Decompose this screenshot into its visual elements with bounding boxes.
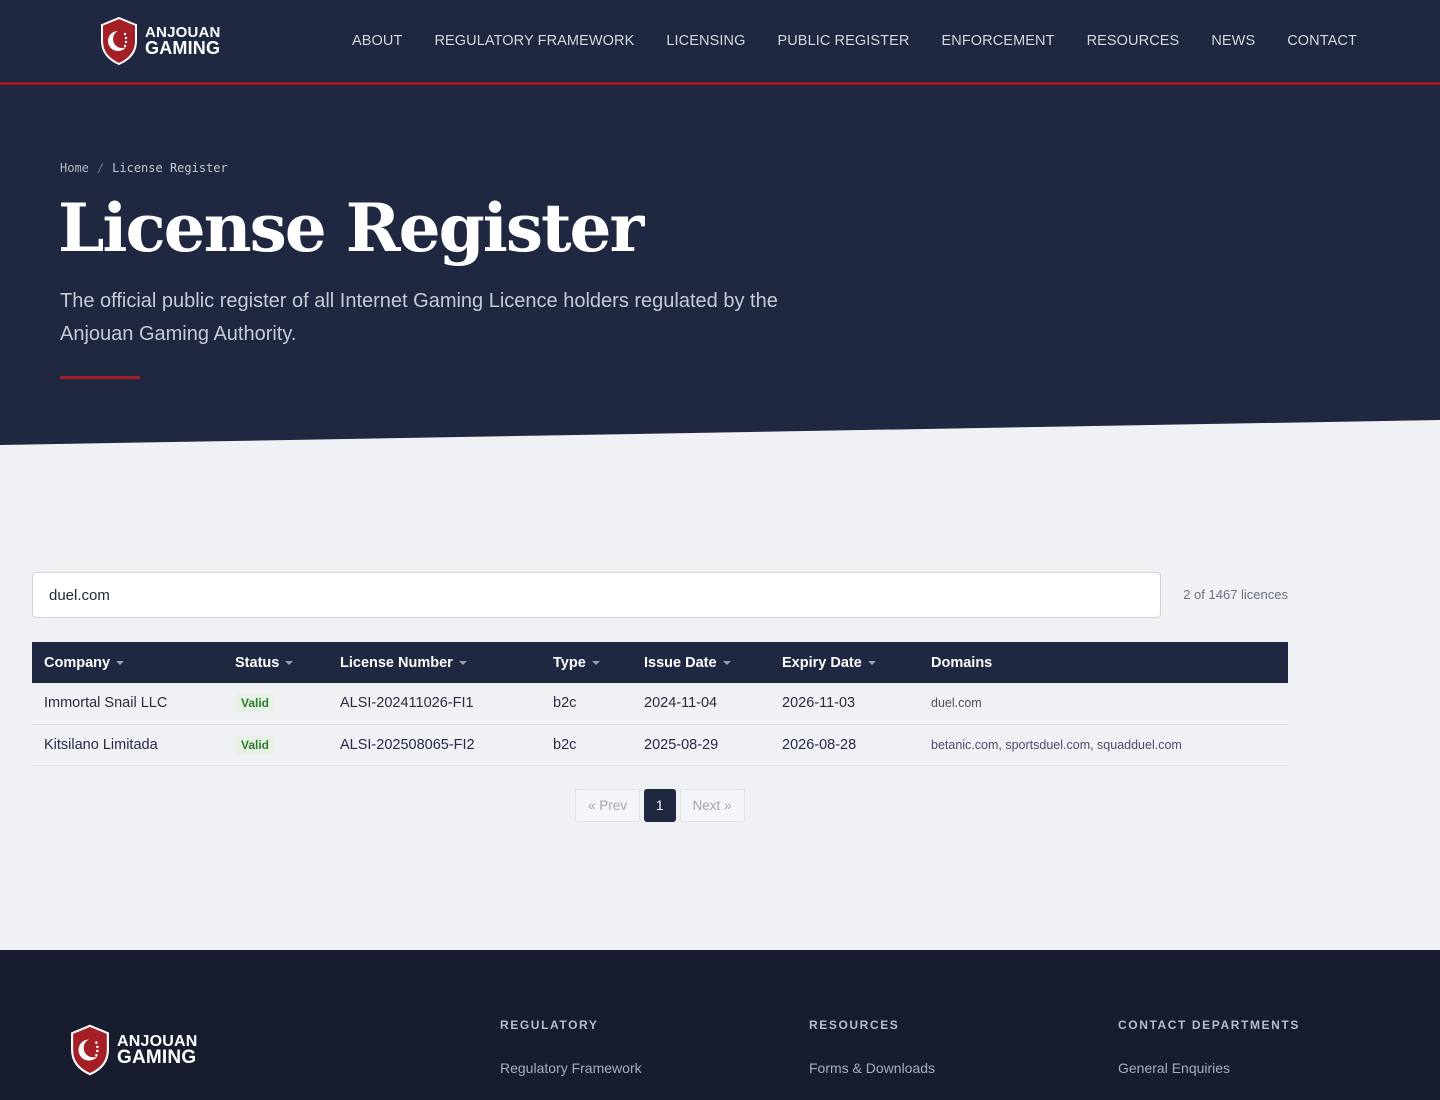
footer-link-general-enquiries[interactable]: General Enquiries xyxy=(1118,1060,1300,1076)
cell-status: Valid xyxy=(223,683,328,725)
nav-resources[interactable]: RESOURCES xyxy=(1071,33,1196,49)
license-table: Company Status License Number Type Issue… xyxy=(32,642,1288,766)
breadcrumb-current: License Register xyxy=(112,161,228,175)
breadcrumb-home[interactable]: Home xyxy=(60,161,89,175)
top-navbar: ANJOUAN GAMING ABOUT REGULATORY FRAMEWOR… xyxy=(0,0,1440,85)
column-header-domains: Domains xyxy=(919,642,1288,683)
footer-heading: REGULATORY xyxy=(500,1018,599,1032)
sort-caret-icon xyxy=(867,660,876,665)
cell-expiry-date: 2026-11-03 xyxy=(770,683,919,725)
cell-type: b2c xyxy=(541,724,632,766)
table-row[interactable]: Kitsilano Limitada Valid ALSI-202508065-… xyxy=(32,724,1288,766)
search-input[interactable] xyxy=(32,572,1161,618)
nav-about[interactable]: ABOUT xyxy=(336,33,418,49)
next-page-button[interactable]: Next » xyxy=(679,789,745,822)
result-count: 2 of 1467 licences xyxy=(1183,587,1288,602)
footer-heading: RESOURCES xyxy=(809,1018,900,1032)
nav-public-register[interactable]: PUBLIC REGISTER xyxy=(761,33,925,49)
hero-banner: Home / License Register License Register T… xyxy=(0,85,1440,445)
shield-crescent-logo-icon xyxy=(71,1024,109,1076)
cell-domains: betanic.com, sportsduel.com, squadduel.c… xyxy=(919,724,1288,766)
cell-company: Immortal Snail LLC xyxy=(32,683,223,725)
footer-link-forms-downloads[interactable]: Forms & Downloads xyxy=(809,1060,935,1076)
column-header-company[interactable]: Company xyxy=(32,642,223,683)
footer-column-contact: CONTACT DEPARTMENTS General Enquiries xyxy=(1118,1018,1300,1076)
column-header-type[interactable]: Type xyxy=(541,642,632,683)
table-row[interactable]: Immortal Snail LLC Valid ALSI-202411026-… xyxy=(32,683,1288,725)
nav-regulatory-framework[interactable]: REGULATORY FRAMEWORK xyxy=(418,33,650,49)
cell-type: b2c xyxy=(541,683,632,725)
footer-link-regulatory-framework[interactable]: Regulatory Framework xyxy=(500,1060,642,1076)
cell-expiry-date: 2026-08-28 xyxy=(770,724,919,766)
column-header-expiry-date[interactable]: Expiry Date xyxy=(770,642,919,683)
cell-issue-date: 2025-08-29 xyxy=(632,724,770,766)
page-subtitle: The official public register of all Inte… xyxy=(60,290,778,345)
breadcrumb: Home / License Register xyxy=(60,161,228,175)
sort-caret-icon xyxy=(591,660,600,665)
page-title: License Register xyxy=(58,189,644,267)
main-menu: ABOUT REGULATORY FRAMEWORK LICENSING PUB… xyxy=(336,0,1373,82)
column-header-status[interactable]: Status xyxy=(223,642,328,683)
shield-crescent-logo-icon xyxy=(101,17,137,65)
sort-caret-icon xyxy=(458,660,467,665)
footer-logo-wordmark: ANJOUAN GAMING xyxy=(117,1032,198,1068)
logo-wordmark: ANJOUAN GAMING xyxy=(145,23,221,58)
sort-caret-icon xyxy=(285,660,294,665)
cell-license-number: ALSI-202411026-FI1 xyxy=(328,683,541,725)
cell-status: Valid xyxy=(223,724,328,766)
site-logo[interactable]: ANJOUAN GAMING xyxy=(100,17,221,65)
page-button-1[interactable]: 1 xyxy=(644,789,676,822)
footer-column-regulatory: REGULATORY Regulatory Framework xyxy=(500,1018,642,1076)
sort-caret-icon xyxy=(722,660,731,665)
nav-contact[interactable]: CONTACT xyxy=(1271,33,1373,49)
cell-issue-date: 2024-11-04 xyxy=(632,683,770,725)
accent-divider xyxy=(60,376,140,379)
footer-column-resources: RESOURCES Forms & Downloads xyxy=(809,1018,935,1076)
column-header-issue-date[interactable]: Issue Date xyxy=(632,642,770,683)
status-badge: Valid xyxy=(235,694,276,713)
prev-page-button[interactable]: « Prev xyxy=(575,789,641,822)
footer-logo[interactable]: ANJOUAN GAMING xyxy=(70,1024,198,1076)
pagination: « Prev 1 Next » xyxy=(575,789,745,822)
sort-caret-icon xyxy=(116,660,125,665)
site-footer: ANJOUAN GAMING REGULATORY Regulatory Fra… xyxy=(0,950,1440,1100)
status-badge: Valid xyxy=(235,735,276,754)
table-header-row: Company Status License Number Type Issue… xyxy=(32,642,1288,683)
nav-news[interactable]: NEWS xyxy=(1195,33,1271,49)
cell-license-number: ALSI-202508065-FI2 xyxy=(328,724,541,766)
nav-licensing[interactable]: LICENSING xyxy=(650,33,761,49)
column-header-license-number[interactable]: License Number xyxy=(328,642,541,683)
footer-heading: CONTACT DEPARTMENTS xyxy=(1118,1018,1300,1032)
nav-enforcement[interactable]: ENFORCEMENT xyxy=(925,33,1070,49)
cell-domains: duel.com xyxy=(919,683,1288,725)
breadcrumb-separator: / xyxy=(96,161,105,175)
cell-company: Kitsilano Limitada xyxy=(32,724,223,766)
